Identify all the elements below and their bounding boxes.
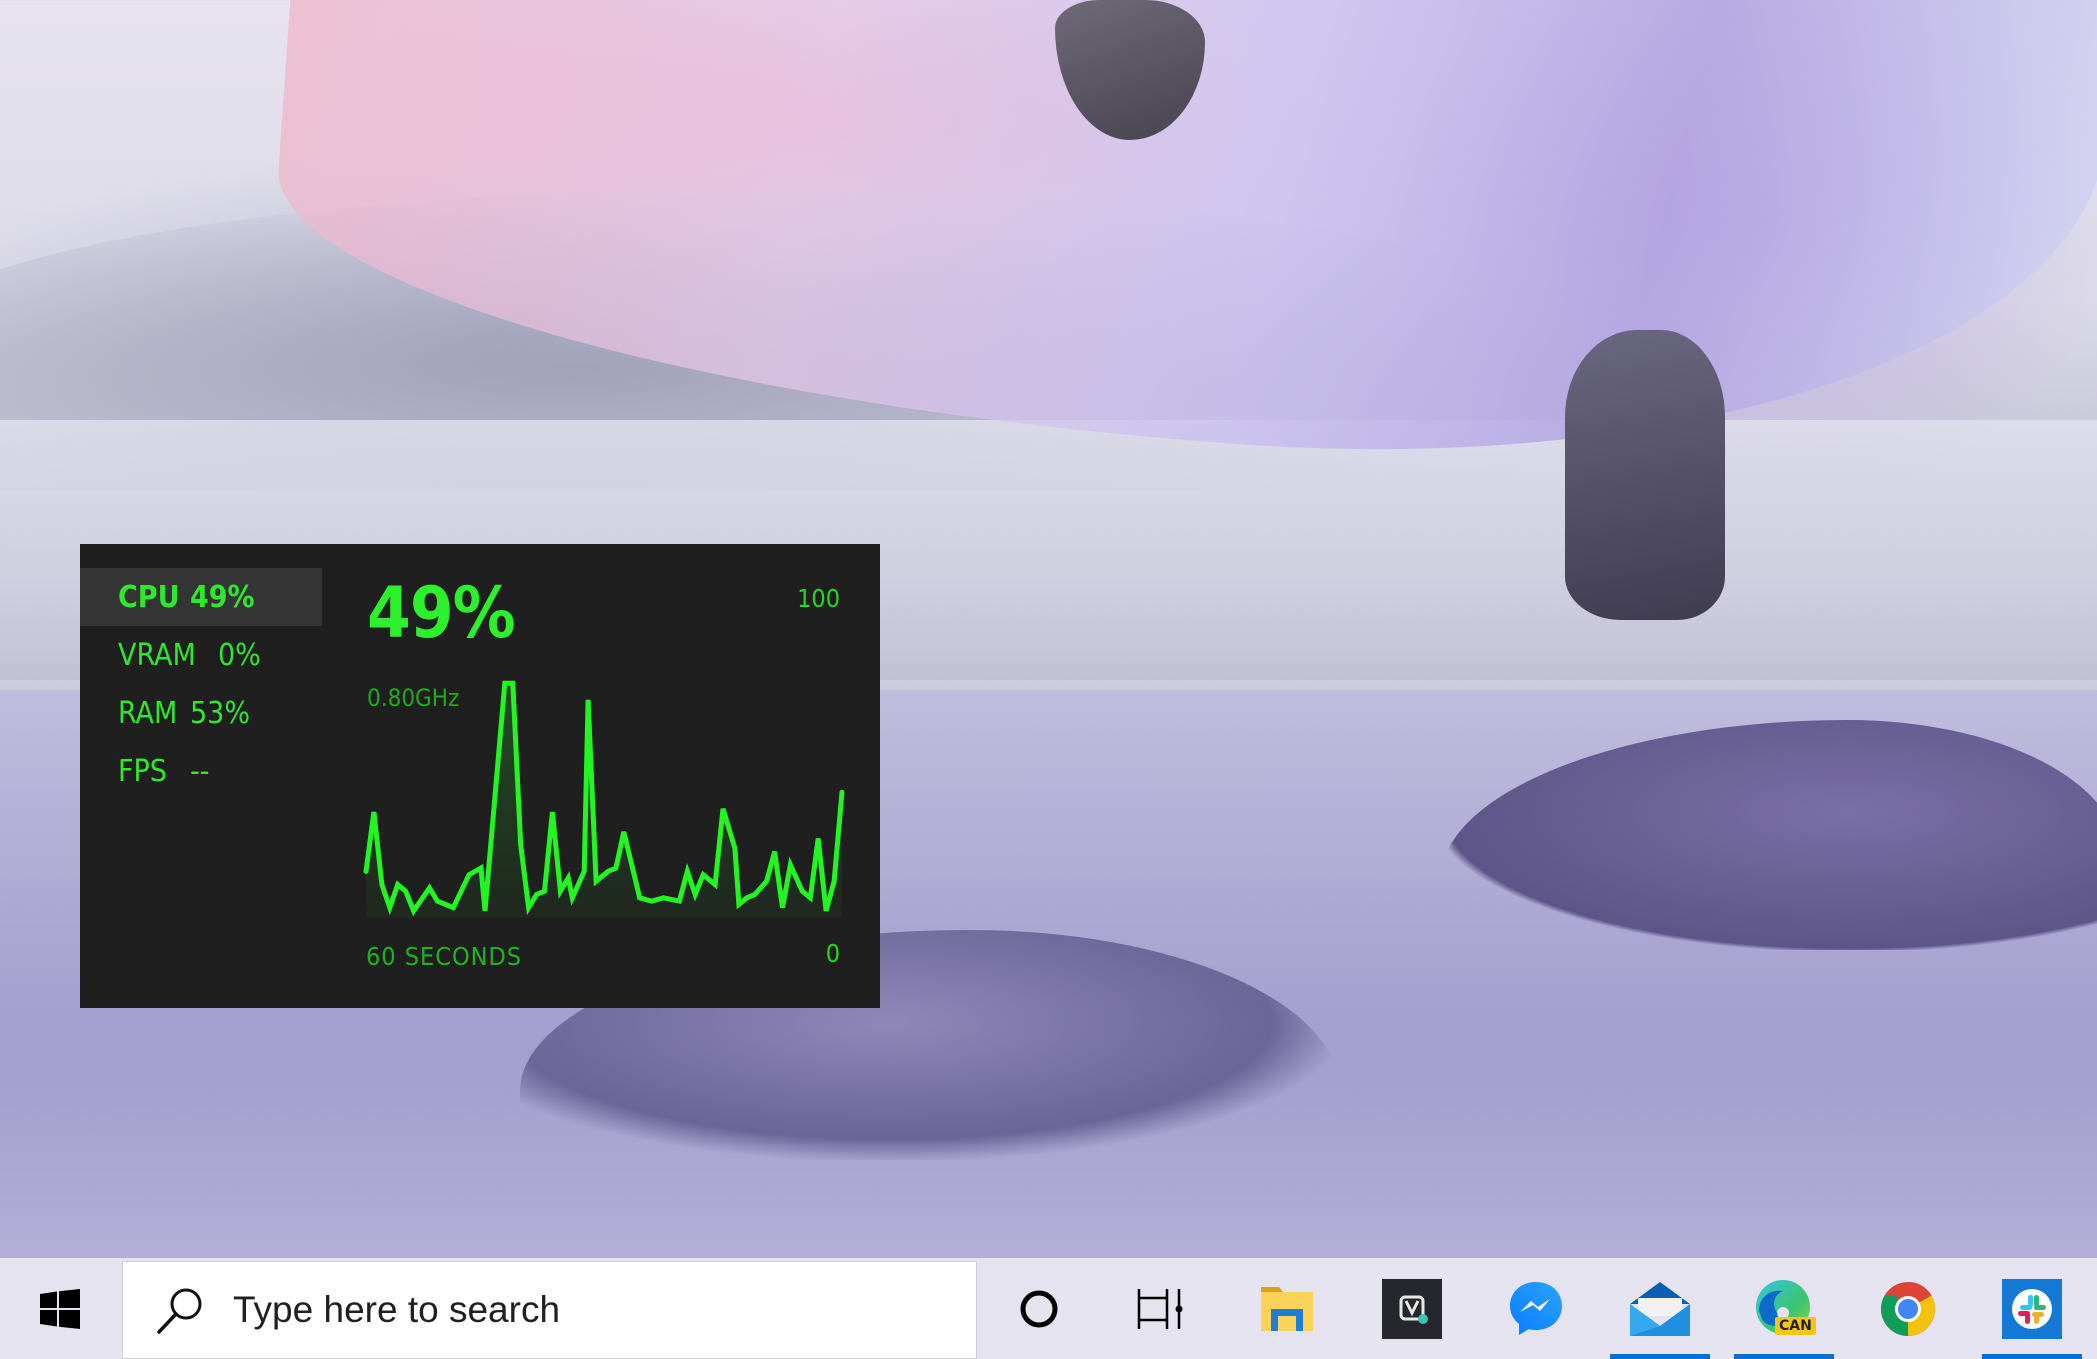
running-indicator bbox=[1982, 1354, 2082, 1359]
metric-value: 53% bbox=[190, 695, 250, 731]
metric-label: CPU bbox=[118, 579, 180, 615]
slack-icon bbox=[2002, 1278, 2062, 1339]
metric-vram[interactable]: VRAM 0% bbox=[80, 626, 322, 684]
wallpaper-hill bbox=[0, 190, 1600, 490]
taskbar-item-edge-canary[interactable]: CAN bbox=[1734, 1258, 1834, 1359]
edge-canary-icon: CAN bbox=[1753, 1277, 1816, 1341]
windows-logo-icon bbox=[40, 1288, 80, 1329]
metric-label: VRAM bbox=[118, 637, 196, 673]
taskbar-item-chrome[interactable] bbox=[1858, 1258, 1958, 1359]
cpu-frequency: 0.80GHz bbox=[367, 684, 460, 712]
metric-value: 0% bbox=[218, 637, 261, 673]
performance-widget: CPU 49% VRAM 0% RAM 53% FPS -- 49% 0.80G… bbox=[80, 544, 880, 1008]
taskbar-item-mail[interactable] bbox=[1610, 1258, 1710, 1359]
metric-fps[interactable]: FPS -- bbox=[80, 742, 322, 800]
app-logo-icon bbox=[1382, 1278, 1442, 1339]
wallpaper-floating-rock bbox=[1055, 0, 1205, 140]
taskbar: CAN bbox=[0, 1258, 2097, 1359]
metric-label: RAM bbox=[118, 695, 178, 731]
wallpaper-island-right bbox=[1440, 720, 2097, 950]
mail-icon bbox=[1630, 1281, 1690, 1336]
current-value: 49% bbox=[367, 572, 516, 654]
messenger-icon bbox=[1510, 1281, 1562, 1335]
search-icon bbox=[157, 1288, 202, 1334]
cortana-circle-icon bbox=[1020, 1290, 1058, 1327]
wallpaper-ribbon bbox=[264, 0, 2097, 503]
taskbar-item-slack[interactable] bbox=[1982, 1258, 2082, 1359]
graph-area-fill bbox=[366, 683, 842, 918]
task-view-icon bbox=[1137, 1288, 1183, 1329]
canary-badge: CAN bbox=[1775, 1316, 1816, 1335]
start-button[interactable] bbox=[0, 1258, 120, 1359]
taskbar-item-cortana[interactable] bbox=[989, 1258, 1089, 1359]
taskbar-item-messenger[interactable] bbox=[1486, 1258, 1586, 1359]
axis-min-label: 0 bbox=[825, 939, 840, 968]
running-indicator bbox=[1734, 1354, 1834, 1359]
metric-ram[interactable]: RAM 53% bbox=[80, 684, 322, 742]
folder-icon bbox=[1261, 1286, 1313, 1331]
metric-value: 49% bbox=[190, 579, 255, 615]
metric-cpu[interactable]: CPU 49% bbox=[80, 568, 322, 626]
taskbar-item-file-explorer[interactable] bbox=[1237, 1258, 1337, 1359]
wallpaper-standing-rock bbox=[1565, 330, 1725, 620]
taskbar-item-app[interactable] bbox=[1362, 1258, 1462, 1359]
metric-list: CPU 49% VRAM 0% RAM 53% FPS -- bbox=[80, 568, 322, 800]
running-indicator bbox=[1610, 1354, 1710, 1359]
metric-label: FPS bbox=[118, 753, 167, 789]
axis-duration-label: 60 SECONDS bbox=[366, 942, 523, 971]
chrome-icon bbox=[1880, 1281, 1936, 1336]
search-box[interactable] bbox=[122, 1261, 977, 1359]
metric-value: -- bbox=[190, 753, 210, 789]
taskbar-item-task-view[interactable] bbox=[1110, 1258, 1210, 1359]
search-input[interactable] bbox=[231, 1288, 935, 1332]
axis-max-label: 100 bbox=[797, 584, 840, 613]
